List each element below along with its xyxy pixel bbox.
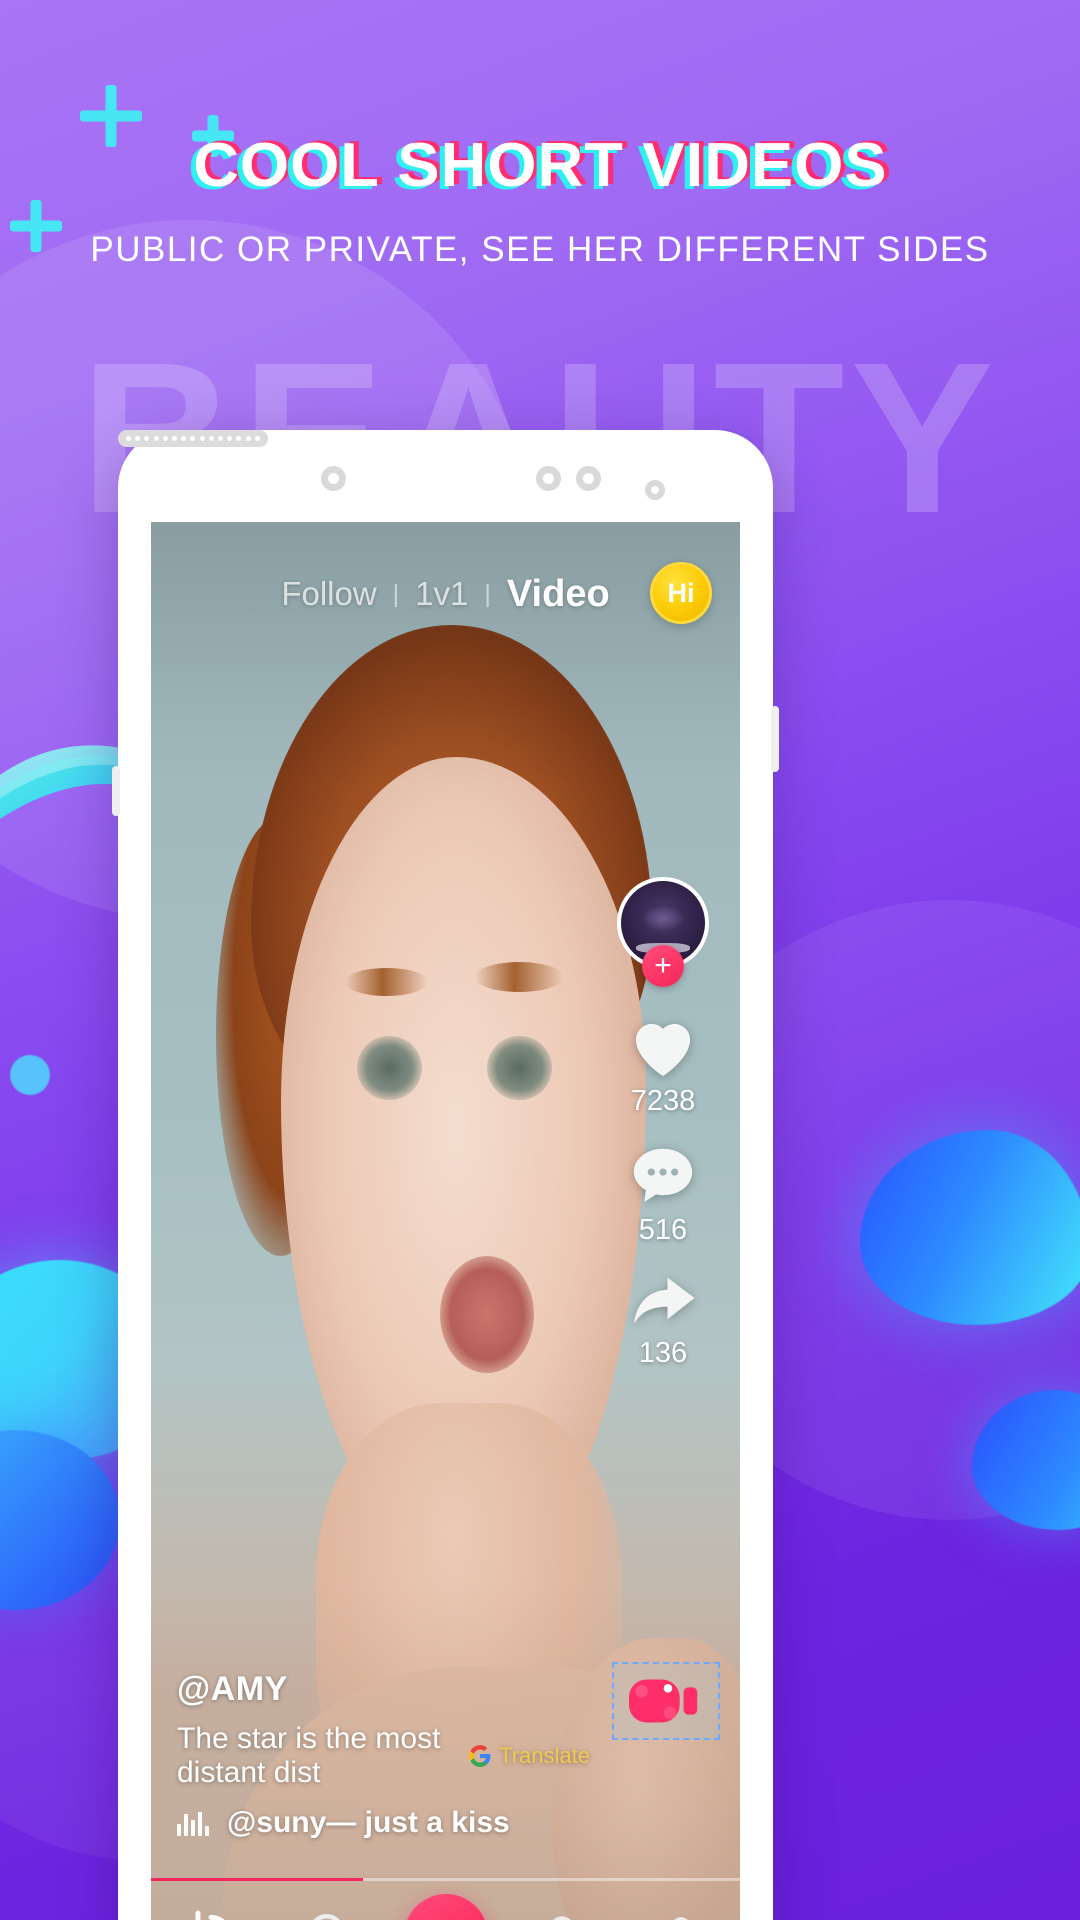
phone-mockup: Follow | 1v1 | Video Hi + 7238 516 136 @…: [112, 430, 779, 1920]
tab-1v1[interactable]: 1v1: [399, 575, 484, 613]
sensor-icon: [536, 466, 561, 491]
nav-home-button[interactable]: [166, 1891, 256, 1920]
search-icon: [303, 1909, 357, 1920]
page-subtitle: PUBLIC OR PRIVATE, SEE HER DIFFERENT SID…: [90, 230, 990, 269]
person-icon: [656, 1910, 706, 1920]
action-rail: + 7238 516 136: [604, 877, 722, 1394]
comment-bubble-icon: [628, 1142, 698, 1208]
like-button[interactable]: 7238: [627, 1013, 699, 1118]
refresh-circle-icon: [183, 1908, 239, 1920]
nav-search-button[interactable]: [285, 1891, 375, 1920]
page-title: COOL SHORT VIDEOS: [192, 131, 888, 200]
video-camera-icon: [627, 1675, 705, 1727]
headline-container: COOL SHORT VIDEOS: [0, 130, 1080, 201]
music-title: @suny— just a kiss: [227, 1806, 510, 1839]
earpiece-speaker: [118, 430, 268, 447]
sensor-icon: [645, 480, 665, 500]
phone-screen: Follow | 1v1 | Video Hi + 7238 516 136 @…: [151, 522, 740, 1920]
small-cyan-dot-decoration: [10, 1055, 50, 1095]
nav-profile-button[interactable]: [636, 1891, 726, 1920]
tab-video[interactable]: Video: [491, 573, 626, 616]
caption-text-row: The star is the most distant dist Transl…: [177, 1722, 590, 1790]
comment-count: 516: [638, 1214, 688, 1246]
tab-follow[interactable]: Follow: [265, 575, 392, 613]
caption-music-row[interactable]: @suny— just a kiss: [177, 1806, 590, 1840]
translate-button[interactable]: Translate: [467, 1743, 590, 1769]
heart-icon: [627, 1013, 699, 1079]
like-count: 7238: [630, 1085, 696, 1117]
app-bottom-navigation: [151, 1881, 740, 1920]
sensor-icon: [576, 466, 601, 491]
translate-label: Translate: [499, 1743, 590, 1768]
phone-top-bezel: [118, 430, 773, 522]
caption-text: The star is the most distant dist: [177, 1722, 441, 1789]
caption-username[interactable]: @AMY: [177, 1670, 590, 1709]
avatar[interactable]: +: [617, 877, 709, 987]
video-call-button[interactable]: [612, 1662, 720, 1740]
nav-create-button[interactable]: [403, 1893, 488, 1920]
hi-coin-badge[interactable]: Hi: [650, 562, 712, 624]
share-count: 136: [638, 1337, 688, 1369]
plus-icon: [424, 1914, 468, 1920]
share-button[interactable]: 136: [627, 1271, 699, 1370]
music-equalizer-icon: [177, 1810, 209, 1836]
front-camera-icon: [321, 466, 346, 491]
phone-side-button: [112, 766, 120, 816]
video-caption-block: @AMY The star is the most distant dist T…: [177, 1670, 590, 1840]
google-g-icon: [467, 1743, 493, 1769]
comment-button[interactable]: 516: [628, 1142, 698, 1247]
follow-button[interactable]: +: [642, 945, 684, 987]
share-arrow-icon: [627, 1271, 699, 1331]
nav-notifications-button[interactable]: [517, 1891, 607, 1920]
bell-icon: [537, 1910, 587, 1920]
phone-side-button: [771, 706, 779, 772]
